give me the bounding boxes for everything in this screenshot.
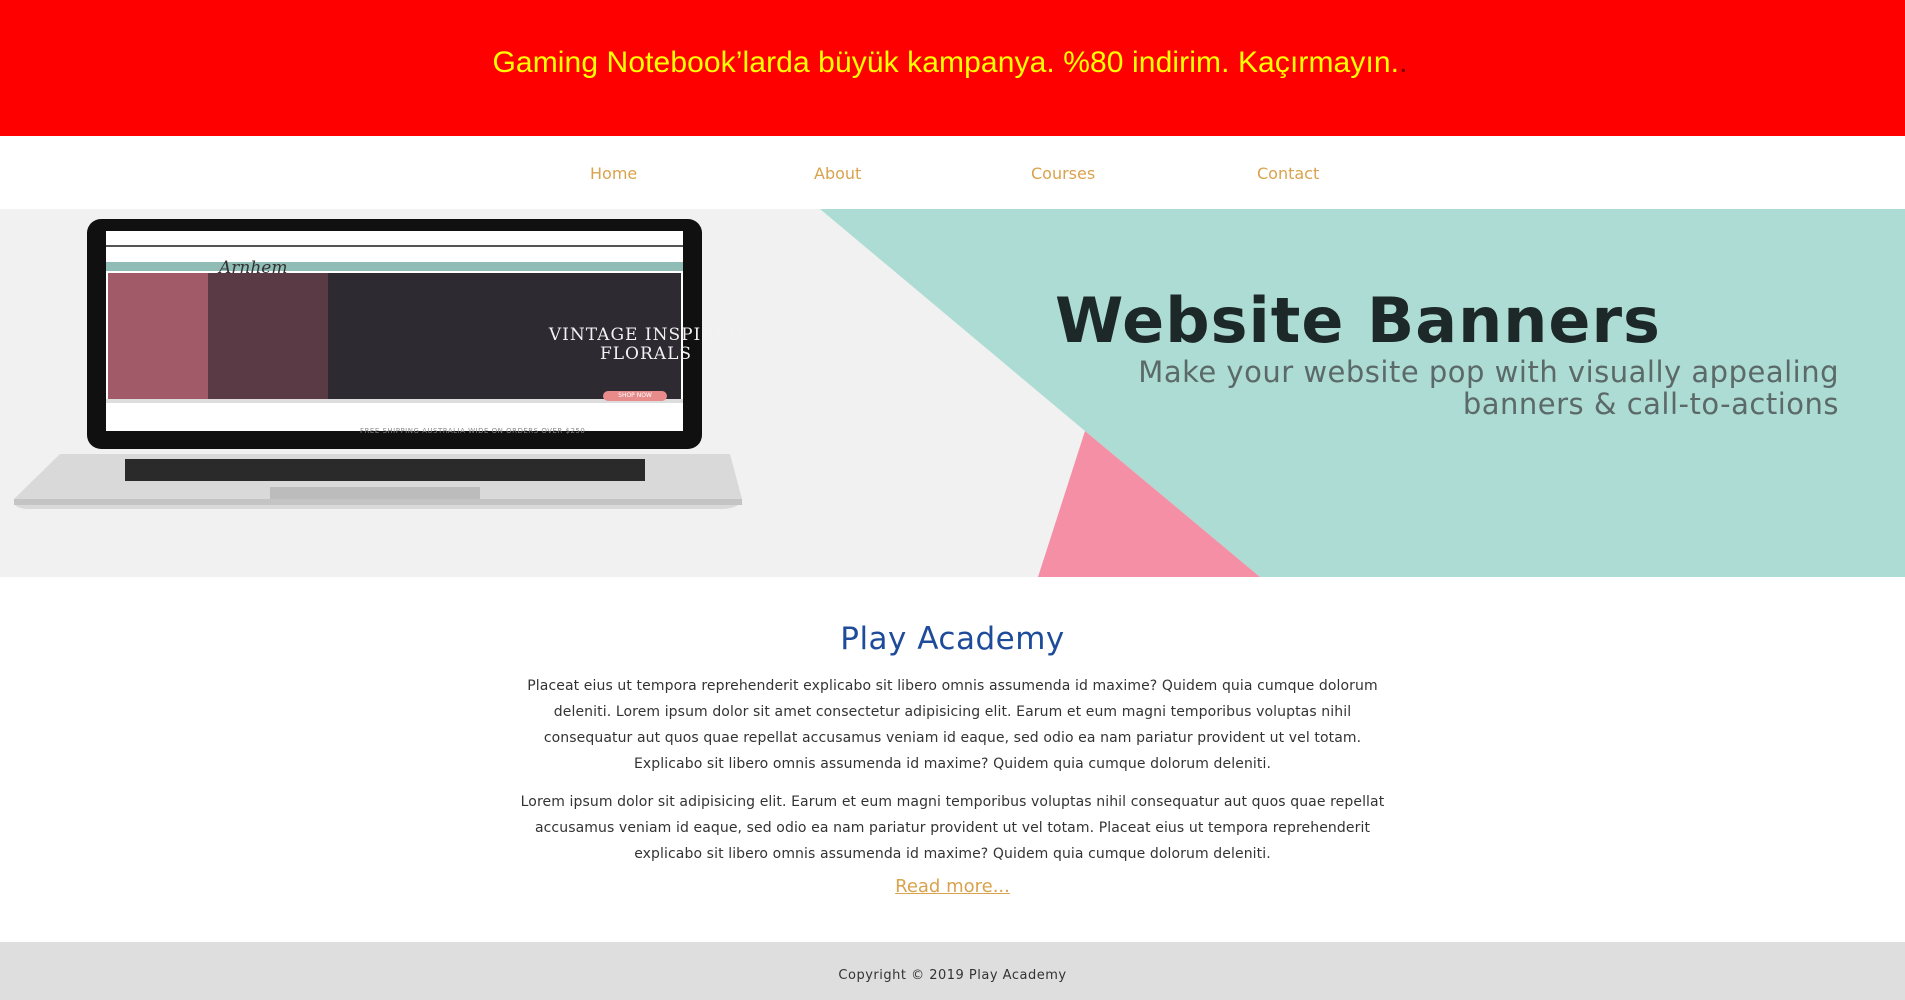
main-content: Play Academy Placeat eius ut tempora rep…: [0, 621, 1905, 897]
screen-headline: VINTAGE INSPIRED FLORALS: [548, 325, 744, 364]
hero-banner: Arnhem VINTAGE INSPIRED FLORALS SHOP NOW…: [0, 209, 1905, 577]
intro-paragraph: Placeat eius ut tempora reprehenderit ex…: [527, 678, 1378, 772]
promo-trailing-dot: .: [1399, 46, 1408, 79]
screen-shop-button: SHOP NOW: [603, 391, 667, 401]
nav-about-link[interactable]: About: [814, 164, 861, 183]
screen-logo: Arnhem: [219, 258, 288, 278]
promo-message: Gaming Notebook’larda büyük kampanya. %8…: [492, 46, 1400, 79]
nav-home-link[interactable]: Home: [590, 164, 637, 183]
promo-text: Gaming Notebook’larda büyük kampanya. %8…: [492, 46, 1407, 80]
page-title: Play Academy: [840, 621, 1065, 657]
copyright-text: Copyright © 2019 Play Academy: [838, 968, 1067, 983]
footer: Copyright © 2019 Play Academy: [0, 942, 1905, 1000]
banner-subtitle: Make your website pop with visually appe…: [1138, 355, 1839, 421]
promo-bar: Gaming Notebook’larda büyük kampanya. %8…: [0, 0, 1905, 136]
nav-courses-link[interactable]: Courses: [1031, 164, 1095, 183]
screen-shipping-note: FREE SHIPPING AUSTRALIA WIDE ON ORDERS O…: [360, 427, 586, 435]
main-nav: Home About Courses Contact: [0, 136, 1905, 209]
read-more-link[interactable]: Read more...: [895, 876, 1010, 897]
second-paragraph: Lorem ipsum dolor sit adipisicing elit. …: [520, 794, 1385, 862]
banner-title: Website Banners: [1055, 284, 1661, 357]
nav-contact-link[interactable]: Contact: [1257, 164, 1319, 183]
